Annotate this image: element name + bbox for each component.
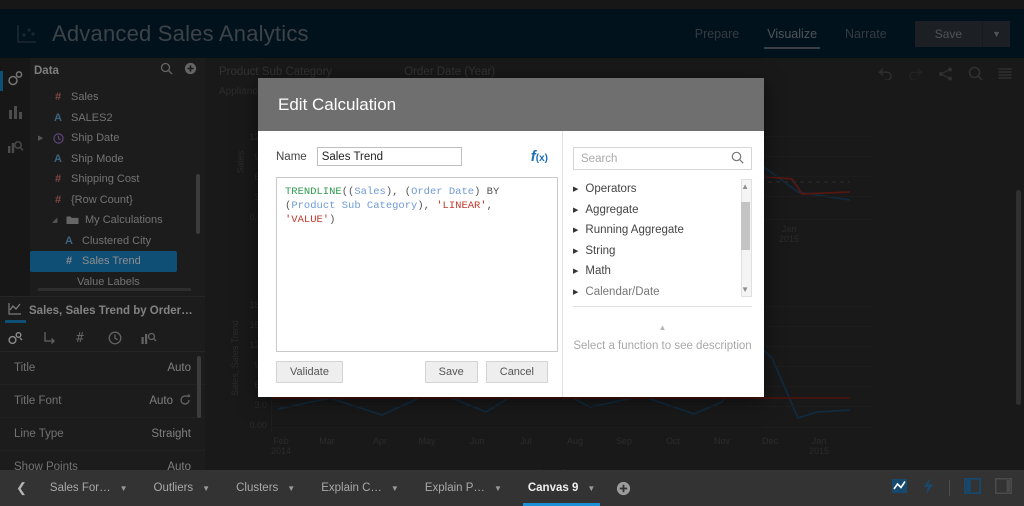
- expand-caret-icon[interactable]: ▶: [573, 206, 578, 214]
- tab-label: Clusters: [236, 482, 279, 494]
- scroll-up-icon[interactable]: ▲: [741, 182, 749, 191]
- expand-caret-icon[interactable]: ▶: [573, 247, 578, 255]
- scroll-thumb[interactable]: [741, 202, 750, 250]
- dialog-title: Edit Calculation: [278, 94, 397, 114]
- tab-canvas-9[interactable]: Canvas 9 ▼: [515, 470, 608, 506]
- formula-field-token: Product Sub Category: [291, 200, 418, 213]
- search-icon[interactable]: [731, 151, 744, 167]
- formula-token: ),: [417, 200, 437, 213]
- formula-field-token: Order Date: [411, 186, 475, 198]
- plus-circle-icon[interactable]: [616, 481, 631, 496]
- function-category[interactable]: ▶ Calendar/Date: [573, 282, 738, 297]
- tab-sales-forecast[interactable]: Sales For… ▼: [37, 470, 141, 506]
- formula-token: ), (: [385, 186, 412, 198]
- formula-token: ((: [341, 186, 355, 198]
- formula-token: ): [329, 214, 336, 227]
- application-window: Advanced Sales Analytics Prepare Visuali…: [0, 0, 1024, 506]
- expand-caret-icon[interactable]: ▶: [573, 288, 578, 296]
- function-icon[interactable]: f(x): [531, 148, 548, 165]
- function-list-scrollbar[interactable]: ▲ ▼: [741, 179, 752, 297]
- formula-editor[interactable]: TRENDLINE((Sales), (Order Date) BY (Prod…: [276, 177, 558, 352]
- name-label: Name: [276, 150, 307, 163]
- category-label: Running Aggregate: [585, 224, 684, 237]
- chevron-down-icon[interactable]: ▼: [287, 484, 295, 493]
- function-category[interactable]: ▶ Operators: [573, 179, 738, 200]
- tab-outliers[interactable]: Outliers ▼: [141, 470, 224, 506]
- expand-caret-icon[interactable]: ▶: [573, 185, 578, 193]
- formula-function-token: TRENDLINE: [285, 186, 342, 198]
- function-category[interactable]: ▶ Math: [573, 261, 738, 282]
- insights-icon[interactable]: [922, 477, 935, 499]
- formula-field-token: Sales: [354, 186, 386, 198]
- tab-explain-c[interactable]: Explain C… ▼: [308, 470, 412, 506]
- divider: [949, 480, 950, 496]
- category-label: Aggregate: [585, 203, 639, 216]
- visualize-icon[interactable]: [891, 478, 908, 499]
- function-search-box[interactable]: Search: [573, 147, 752, 170]
- function-category[interactable]: ▶ Aggregate: [573, 200, 738, 221]
- chevron-down-icon[interactable]: ▼: [202, 484, 210, 493]
- tab-label: Canvas 9: [527, 482, 579, 494]
- expand-caret-icon[interactable]: ▶: [573, 226, 578, 234]
- resize-grip-icon[interactable]: ▲: [573, 323, 752, 334]
- category-label: Operators: [585, 183, 637, 196]
- function-category-list[interactable]: ▶ Operators ▶ Aggregate ▶ Running Aggregate…: [573, 179, 752, 297]
- function-description-area: ▲ Select a function to see description: [573, 306, 752, 354]
- dialog-right-pane: Search ▶ Operators ▶ Aggregate ▶ Running Ag…: [562, 131, 764, 397]
- chevron-down-icon[interactable]: ▼: [391, 484, 399, 493]
- tab-label: Sales For…: [49, 482, 111, 494]
- chevron-down-icon[interactable]: ▼: [120, 484, 128, 493]
- canvas-tab-bar: ❮ Sales For… ▼ Outliers ▼ Clusters ▼ Exp…: [0, 470, 1024, 506]
- tab-clusters[interactable]: Clusters ▼: [223, 470, 308, 506]
- chevron-left-icon[interactable]: ❮: [6, 480, 37, 496]
- chevron-down-icon[interactable]: ▼: [494, 484, 502, 493]
- tab-label: Explain C…: [321, 482, 382, 494]
- scroll-down-icon[interactable]: ▼: [741, 285, 749, 294]
- function-category[interactable]: ▶ Running Aggregate: [573, 220, 738, 241]
- tab-label: Outliers: [153, 482, 194, 494]
- category-label: String: [585, 244, 616, 257]
- formula-token: ,: [486, 200, 493, 213]
- function-category[interactable]: ▶ String: [573, 241, 738, 262]
- dialog-left-pane: Name f(x) TRENDLINE((Sales), (Order Date…: [258, 131, 562, 397]
- expand-caret-icon[interactable]: ▶: [573, 267, 578, 275]
- dialog-body: Name f(x) TRENDLINE((Sales), (Order Date…: [258, 131, 764, 397]
- dialog-header: Edit Calculation: [258, 78, 764, 131]
- description-placeholder: Select a function to see description: [573, 339, 752, 352]
- tab-label: Explain P…: [424, 482, 485, 494]
- left-panel-icon[interactable]: [963, 477, 982, 499]
- bottom-bar-right-icons: [891, 477, 1024, 499]
- dialog-cancel-button[interactable]: Cancel: [485, 361, 548, 383]
- search-placeholder: Search: [581, 152, 618, 165]
- validate-button[interactable]: Validate: [276, 361, 343, 383]
- category-label: Calendar/Date: [585, 285, 660, 297]
- formula-literal-token: 'VALUE': [285, 214, 330, 227]
- calculation-name-input[interactable]: [316, 147, 462, 166]
- name-row: Name f(x): [276, 147, 548, 166]
- dialog-actions: Validate Save Cancel: [276, 361, 548, 383]
- category-label: Math: [585, 265, 611, 278]
- tab-explain-p[interactable]: Explain P… ▼: [412, 470, 515, 506]
- right-panel-icon[interactable]: [995, 477, 1012, 499]
- chevron-down-icon[interactable]: ▼: [587, 484, 595, 493]
- edit-calculation-dialog: Edit Calculation Name f(x) TRENDLINE((Sa…: [258, 78, 764, 397]
- formula-literal-token: 'LINEAR': [436, 200, 487, 213]
- dialog-save-button[interactable]: Save: [424, 361, 478, 383]
- formula-token: ) BY: [474, 186, 500, 198]
